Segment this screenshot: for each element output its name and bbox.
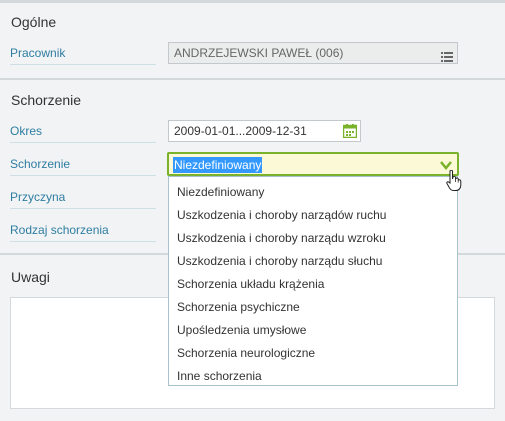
list-item[interactable]: Uszkodzenia i choroby narządu słuchu xyxy=(177,251,382,271)
list-item[interactable]: Niezdefiniowany xyxy=(177,182,264,202)
period-value: 2009-01-01...2009-12-31 xyxy=(174,124,307,138)
illness-dropdown-list: Niezdefiniowany Uszkodzenia i choroby na… xyxy=(168,176,458,386)
list-icon[interactable] xyxy=(441,48,453,68)
cause-label: Przyczyna xyxy=(10,186,156,209)
illness-title: Schorzenie xyxy=(11,92,82,108)
illness-select-value: Niezdefiniowany xyxy=(173,157,263,173)
illness-type-label: Rodzaj schorzenia xyxy=(10,219,156,242)
hand-cursor-icon xyxy=(446,169,462,195)
employee-label: Pracownik xyxy=(10,42,156,65)
employee-value: ANDRZEJEWSKI PAWEŁ (006) xyxy=(174,46,344,60)
list-item[interactable]: Uszkodzenia i choroby narządów ruchu xyxy=(177,205,386,225)
general-title: Ogólne xyxy=(11,14,57,30)
period-field[interactable]: 2009-01-01...2009-12-31 xyxy=(168,120,361,142)
employee-field[interactable]: ANDRZEJEWSKI PAWEŁ (006) xyxy=(168,42,458,64)
illness-select[interactable]: Niezdefiniowany xyxy=(167,152,459,176)
period-label: Okres xyxy=(10,120,156,143)
list-item[interactable]: Upośledzenia umysłowe xyxy=(177,320,306,340)
list-item[interactable]: Schorzenia psychiczne xyxy=(177,297,300,317)
top-border xyxy=(0,0,505,3)
illness-label: Schorzenie xyxy=(10,153,156,176)
list-item[interactable]: Uszkodzenia i choroby narządu wzroku xyxy=(177,228,386,248)
calendar-icon[interactable] xyxy=(342,124,358,144)
list-item[interactable]: Schorzenia układu krążenia xyxy=(177,274,324,294)
list-item[interactable]: Schorzenia neurologiczne xyxy=(177,343,315,363)
notes-title: Uwagi xyxy=(11,269,50,285)
list-item[interactable]: Inne schorzenia xyxy=(177,366,262,386)
general-section: Ogólne Pracownik ANDRZEJEWSKI PAWEŁ (006… xyxy=(0,0,505,78)
